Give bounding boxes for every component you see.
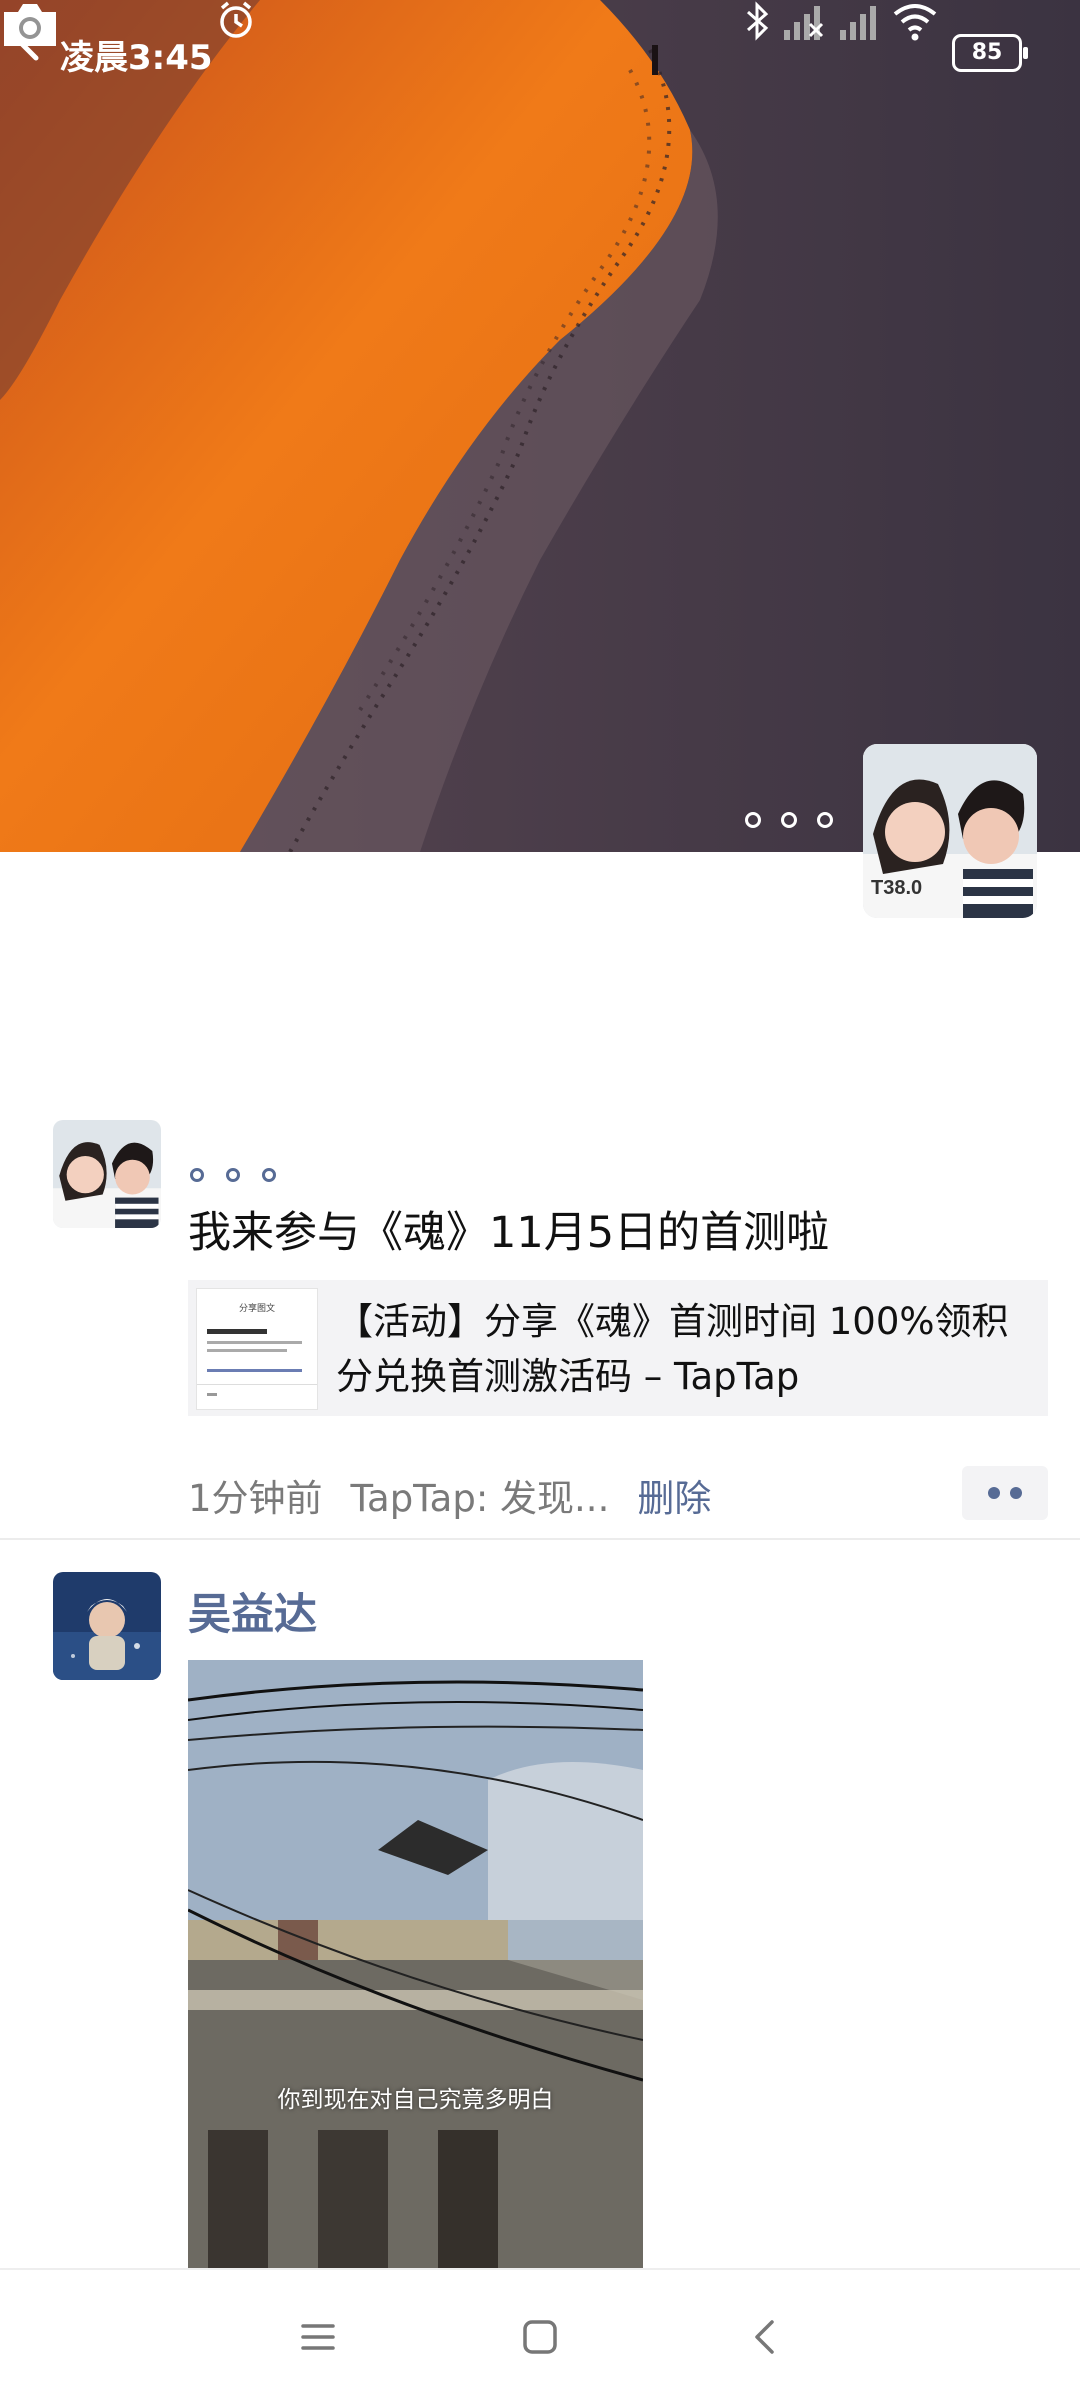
dot-icon — [1010, 1487, 1022, 1499]
svg-text:T38.0: T38.0 — [871, 877, 922, 899]
post-text: 我来参与《魂》11月5日的首测啦 — [188, 1208, 830, 1258]
cover-photo[interactable]: 凌晨3:45 85 — [0, 0, 1080, 852]
system-navigation-bar — [0, 2268, 1080, 2402]
link-title: 【活动】分享《魂》首测时间 100%领积分兑换首测激活码 – TapTap — [336, 1300, 1009, 1398]
video-thumbnail[interactable]: 你到现在对自己究竟多明白 — [188, 1660, 643, 2270]
avatar[interactable] — [53, 1572, 161, 1680]
avatar-couple-image — [53, 1120, 161, 1228]
back-icon[interactable] — [742, 2314, 788, 2360]
bluetooth-icon — [747, 1, 769, 41]
status-bar: 凌晨3:45 85 — [0, 0, 1080, 100]
signal-icon-2 — [840, 6, 876, 40]
post-source[interactable]: TapTap: 发现... — [351, 1468, 610, 1522]
video-frame-image — [188, 1660, 643, 2270]
video-caption: 你到现在对自己究竟多明白 — [277, 2087, 554, 2113]
more-actions-button[interactable] — [962, 1466, 1048, 1520]
signal-icon — [784, 6, 824, 40]
status-time: 凌晨3:45 — [60, 38, 213, 78]
home-icon[interactable] — [517, 2314, 563, 2360]
avatar[interactable] — [53, 1120, 161, 1228]
username-dots[interactable] — [190, 1168, 276, 1182]
alarm-icon — [220, 1, 252, 38]
username[interactable]: 吴益达 — [188, 1580, 317, 1642]
link-card[interactable]: 分享图文 【活动】分享《魂》首测时间 100%领积分兑换首测激活码 – TapT… — [188, 1280, 1048, 1416]
camera-icon[interactable] — [0, 0, 60, 50]
wifi-icon — [893, 4, 937, 41]
battery-icon: 85 — [952, 34, 1028, 72]
avatar-couple-image: T38.0 — [863, 744, 1037, 918]
menu-icon[interactable] — [295, 2314, 341, 2360]
post-meta: 1分钟前 TapTap: 发现... 删除 — [188, 1468, 711, 1522]
cover-more-indicator — [745, 812, 833, 828]
thumb-heading: 分享图文 — [238, 1304, 275, 1314]
dot-icon — [988, 1487, 1000, 1499]
delete-button[interactable]: 删除 — [637, 1468, 711, 1522]
link-thumbnail: 分享图文 — [196, 1288, 318, 1410]
profile-avatar[interactable]: T38.0 — [863, 744, 1037, 918]
desert-dune-image — [0, 0, 1080, 852]
post-time: 1分钟前 — [188, 1477, 323, 1520]
divider — [0, 1538, 1080, 1540]
avatar-child-image — [53, 1572, 161, 1680]
